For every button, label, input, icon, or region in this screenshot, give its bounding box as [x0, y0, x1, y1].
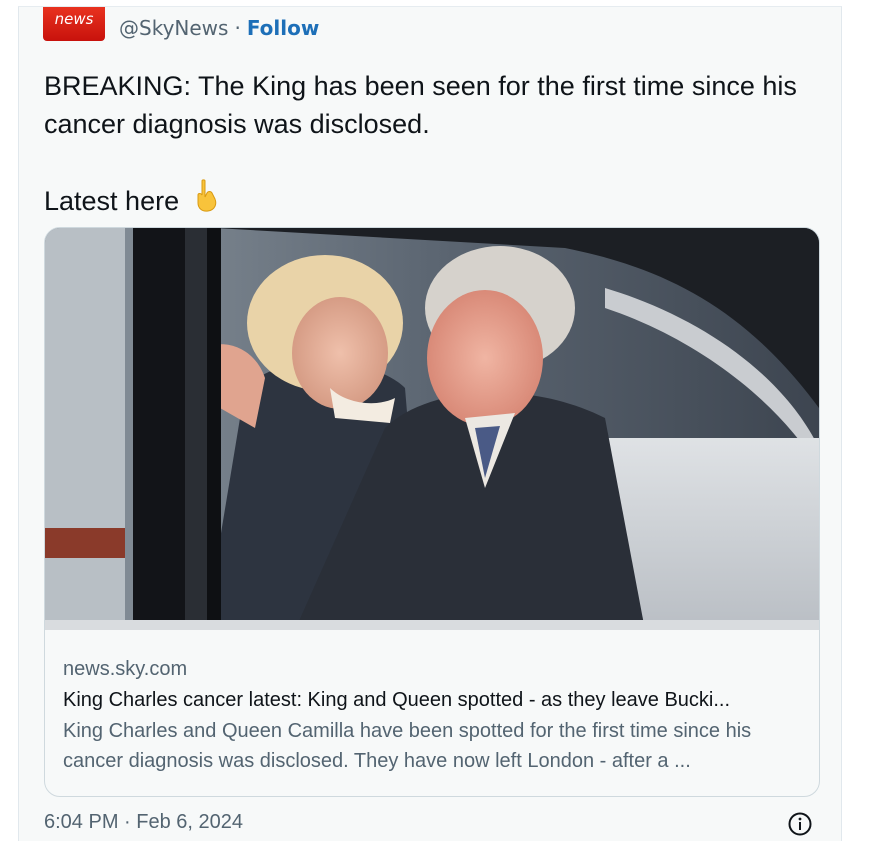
follow-button[interactable]: Follow [247, 16, 320, 40]
link-description: King Charles and Queen Camilla have been… [63, 720, 752, 772]
sky-news-logo[interactable]: news [43, 7, 105, 41]
backhand-index-pointing-down-icon [193, 179, 219, 223]
article-photo[interactable] [45, 228, 819, 630]
logo-text: news [54, 10, 94, 28]
tweet-latest-line: Latest here [44, 179, 219, 223]
link-headline[interactable]: King Charles cancer latest: King and Que… [63, 684, 803, 716]
account-handle[interactable]: @SkyNews [119, 16, 228, 40]
tweet-text: BREAKING: The King has been seen for the… [44, 67, 824, 143]
link-domain: news.sky.com [63, 658, 188, 680]
link-preview-card[interactable]: news.sky.com King Charles cancer latest:… [44, 227, 820, 797]
tweet-header: news @SkyNews · Follow [43, 7, 320, 47]
separator-dot: · [234, 16, 241, 40]
latest-text: Latest here [44, 186, 180, 216]
link-preview-info: news.sky.com King Charles cancer latest:… [63, 654, 803, 776]
tweet-card: news @SkyNews · Follow BREAKING: The Kin… [18, 6, 842, 841]
tweet-body: BREAKING: The King has been seen for the… [44, 71, 797, 139]
tweet-timestamp[interactable]: 6:04 PM · Feb 6, 2024 [44, 811, 243, 834]
info-icon[interactable] [788, 812, 812, 836]
